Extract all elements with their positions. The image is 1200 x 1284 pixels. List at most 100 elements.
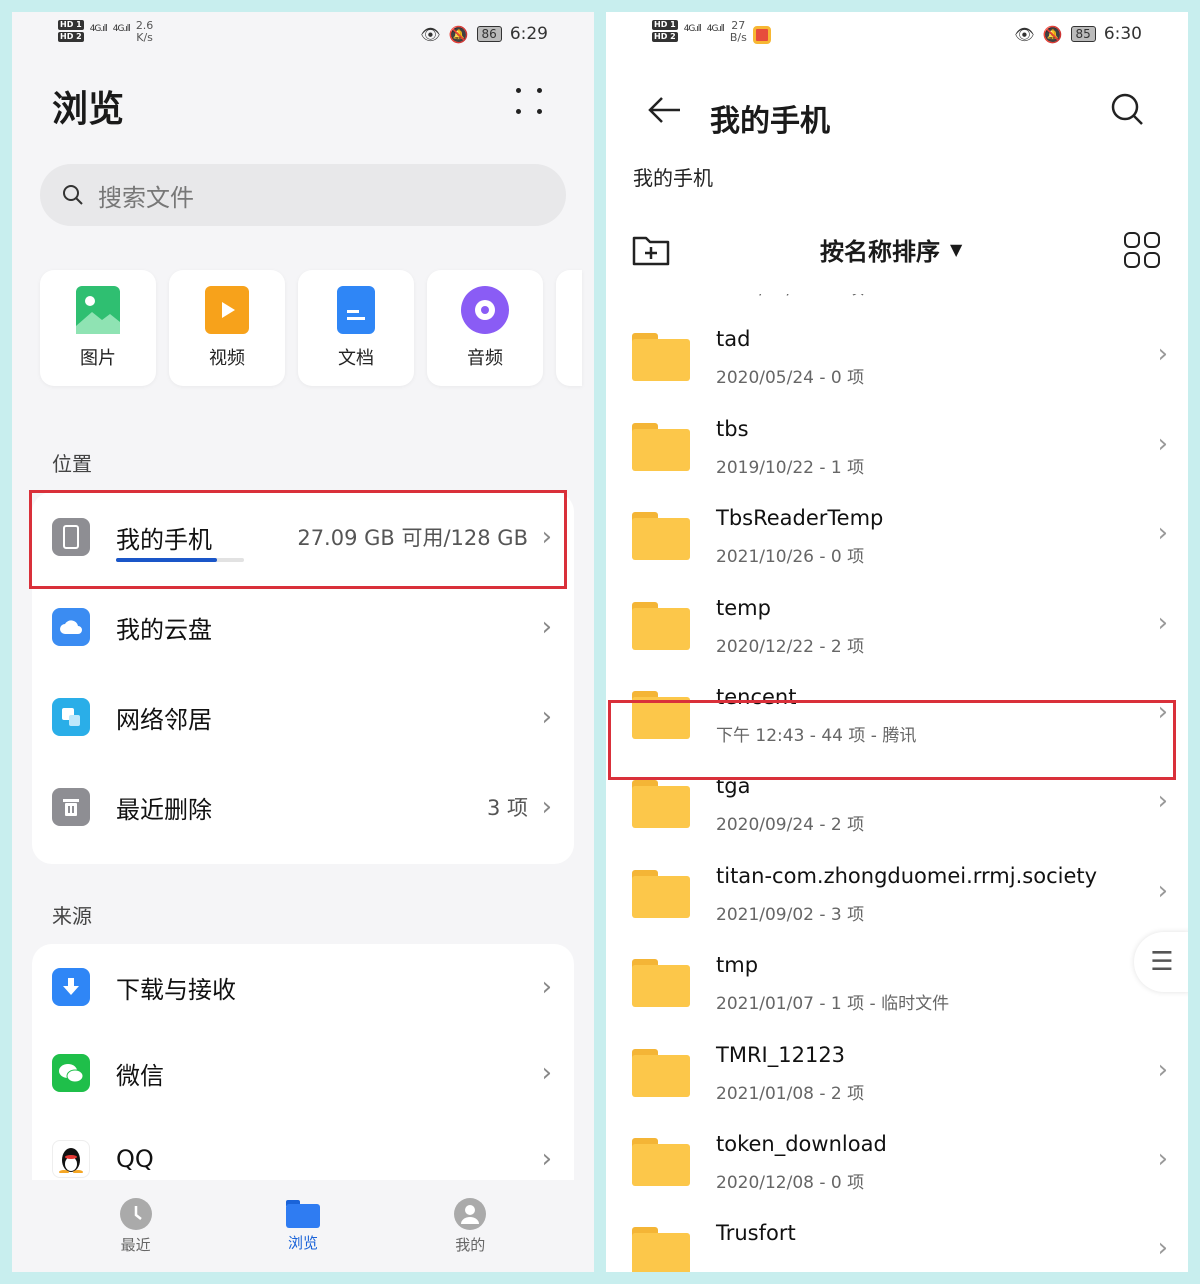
document-icon [337, 286, 375, 334]
sort-dropdown[interactable]: 按名称排序 ▼ [820, 232, 962, 267]
source-label: 下载与接收 [116, 975, 236, 1004]
category-more[interactable] [556, 270, 582, 386]
nav-recent[interactable]: 最近 [81, 1197, 191, 1255]
chevron-right-icon: › [1157, 1143, 1168, 1174]
signal-icon: 4G.ıll [683, 24, 702, 34]
folder-icon [285, 1199, 320, 1228]
breadcrumb[interactable]: 我的手机 [633, 162, 713, 191]
video-icon [205, 286, 249, 334]
file-name: token_download [716, 1131, 887, 1156]
chevron-right-icon: › [1157, 518, 1168, 549]
file-meta: 2021/01/07 - 1 项 - 临时文件 [716, 994, 950, 1015]
signal-icon: 4G.ıll [706, 24, 725, 34]
category-label: 文档 [338, 348, 374, 369]
music-icon [461, 286, 509, 334]
file-meta: 2020/12/22 - 2 项 [716, 636, 865, 657]
chevron-right-icon: › [541, 702, 552, 732]
source-wechat[interactable]: 微信 › [32, 1030, 574, 1116]
location-cloud[interactable]: 我的云盘 › [32, 582, 574, 672]
nav-label: 我的 [455, 1235, 486, 1254]
trash-icon [52, 788, 90, 826]
highlight-box [29, 490, 567, 589]
hd1-badge: HD 1 [652, 20, 678, 30]
category-audio[interactable]: 音频 [427, 270, 543, 386]
signal-icon: 4G.ıll [112, 24, 131, 34]
file-name: TbsReaderTemp [716, 506, 884, 531]
chevron-right-icon: › [541, 612, 552, 642]
chevron-right-icon: › [1157, 1233, 1168, 1264]
image-icon [76, 286, 120, 334]
file-meta: 2021/09/02 - 3 项 [716, 904, 865, 925]
chevron-right-icon: › [1157, 786, 1168, 817]
file-meta: 2021/10/26 - 0 项 [716, 547, 865, 568]
file-row[interactable]: tbs 2019/10/22 - 1 项 › [606, 401, 1188, 490]
dropdown-triangle-icon: ▼ [950, 240, 963, 259]
search-placeholder: 搜索文件 [98, 183, 194, 212]
file-row[interactable]: Trusfort › [606, 1205, 1188, 1272]
net-speed: 27 B/s [730, 20, 747, 44]
category-row: 图片 视频 文档 音频 [40, 270, 582, 386]
status-bar: HD 1 HD 2 4G.ıll 4G.ıll 27 B/s 👁 🔕 85 6:… [606, 12, 1188, 60]
file-row[interactable]: TMRI_12123 2021/01/08 - 2 项 › [606, 1027, 1188, 1116]
file-meta: 2020/09/24 - 2 项 [716, 815, 865, 836]
search-icon[interactable] [1110, 92, 1146, 128]
hd2-badge: HD 2 [652, 32, 678, 42]
folder-icon [632, 959, 690, 1008]
location-label: 最近删除 [116, 795, 212, 824]
category-videos[interactable]: 视频 [169, 270, 285, 386]
file-row[interactable]: token_download 2020/12/08 - 0 项 › [606, 1116, 1188, 1205]
cloud-icon [52, 608, 90, 646]
file-list: 2019/10/22 - 1 项›tad2020/05/24 - 0 项›tbs… [606, 294, 1188, 1272]
source-downloads[interactable]: 下载与接收 › [32, 944, 574, 1030]
file-name: Trusfort [716, 1221, 796, 1246]
location-label: 我的云盘 [116, 615, 212, 644]
mute-icon: 🔕 [448, 24, 469, 44]
category-documents[interactable]: 文档 [298, 270, 414, 386]
nav-profile[interactable]: 我的 [415, 1197, 525, 1255]
more-options-icon[interactable] [516, 88, 542, 114]
network-icon [52, 698, 90, 736]
category-label: 音频 [467, 348, 503, 369]
chevron-right-icon: › [1157, 875, 1168, 906]
file-name: titan-com.zhongduomei.rrmj.society [716, 863, 1098, 888]
search-bar[interactable]: 搜索文件 [40, 164, 566, 226]
highlight-box [608, 700, 1176, 780]
file-row[interactable]: tad 2020/05/24 - 0 项 › [606, 311, 1188, 400]
folder-icon [632, 869, 690, 918]
eye-icon: 👁 [1014, 24, 1035, 44]
toolbar: 按名称排序 ▼ [606, 226, 1188, 282]
clock-time: 6:29 [509, 24, 548, 44]
location-recently-deleted[interactable]: 最近删除 3 项 › [32, 762, 574, 852]
file-meta: 2020/05/24 - 0 项 [716, 368, 865, 389]
chevron-right-icon: › [1157, 607, 1168, 638]
file-row[interactable]: 2019/10/22 - 1 项› [606, 294, 1188, 311]
chevron-right-icon: › [1157, 339, 1168, 370]
folder-icon [632, 780, 690, 829]
bottom-nav: 最近 浏览 我的 [12, 1180, 594, 1272]
file-row[interactable]: temp 2020/12/22 - 2 项 › [606, 580, 1188, 669]
download-icon [52, 968, 90, 1006]
source-label: 微信 [116, 1061, 164, 1090]
battery-icon: 85 [1070, 26, 1096, 42]
profile-icon [454, 1197, 487, 1230]
nav-label: 最近 [120, 1235, 151, 1254]
location-network[interactable]: 网络邻居 › [32, 672, 574, 762]
nav-label: 浏览 [287, 1233, 318, 1252]
file-row[interactable]: titan-com.zhongduomei.rrmj.society 2021/0… [606, 848, 1188, 937]
net-speed: 2.6 K/s [136, 20, 154, 44]
back-arrow-icon[interactable] [646, 94, 682, 135]
status-bar: HD 1 HD 2 4G.ıll 4G.ıll 2.6 K/s 👁 🔕 86 6… [12, 12, 594, 60]
battery-icon: 86 [476, 26, 502, 42]
chevron-right-icon: › [541, 1058, 552, 1088]
file-row[interactable]: tmp2021/01/07 - 1 项 - 临时文件› [606, 937, 1188, 1026]
category-images[interactable]: 图片 [40, 270, 156, 386]
file-row[interactable]: TbsReaderTemp 2021/10/26 - 0 项 › [606, 490, 1188, 579]
chevron-right-icon: › [541, 972, 552, 1002]
nav-browse[interactable]: 浏览 [248, 1199, 358, 1253]
page-title: 我的手机 [710, 104, 830, 139]
folder-icon [632, 1048, 690, 1097]
new-folder-icon[interactable] [632, 234, 670, 266]
grid-view-icon[interactable] [1124, 232, 1160, 268]
menu-handle-icon[interactable]: ☰ [1134, 932, 1188, 992]
file-name: temp [716, 595, 771, 620]
